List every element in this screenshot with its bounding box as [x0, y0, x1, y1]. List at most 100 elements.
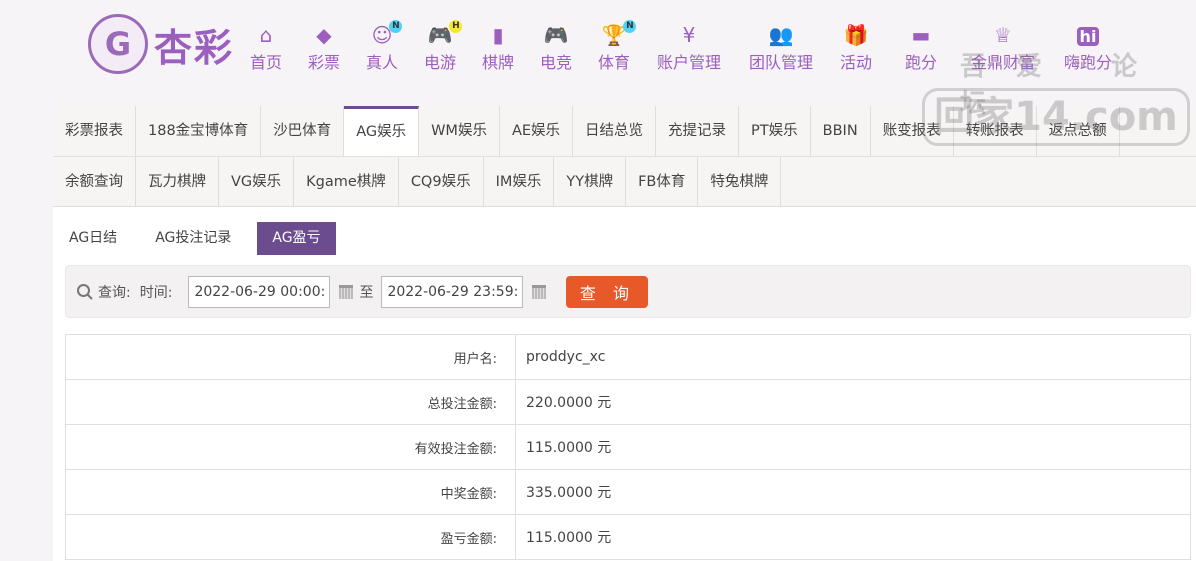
nav-label: 活动 — [839, 53, 873, 72]
sub-tabs: AG日结 AG投注记录 AG盈亏 — [57, 222, 1196, 255]
query-label: 查询: — [98, 284, 131, 301]
nav-item-6[interactable]: 🏆 N 体育 — [597, 20, 637, 73]
nav-item-9[interactable]: 🎁 活动 — [840, 22, 872, 73]
row-value: proddyc_xc — [515, 334, 1191, 380]
to-label: 至 — [359, 284, 374, 301]
query-button[interactable]: 查 询 — [566, 275, 649, 308]
tab-余额查询[interactable]: 余额查询 — [53, 157, 136, 206]
nav-item-2[interactable]: ☺ N 真人 — [365, 20, 403, 73]
tab-PT娱乐[interactable]: PT娱乐 — [739, 106, 811, 156]
nav-item-0[interactable]: ⌂ 首页 — [250, 22, 282, 73]
gamepad-icon: 🎮 H — [428, 20, 463, 48]
table-row: 中奖金额: 335.0000 元 — [65, 469, 1191, 515]
rhino-icon: ▬ — [911, 23, 931, 47]
report-tabs: 彩票报表 188金宝博体育 沙巴体育 AG娱乐 WM娱乐 AE娱乐 日结总览 充提记录 PT娱乐… — [53, 106, 1196, 207]
account-icon: ¥ — [682, 23, 696, 47]
tab-AG娱乐[interactable]: AG娱乐 — [344, 106, 420, 156]
tab-沙巴体育[interactable]: 沙巴体育 — [261, 106, 345, 156]
tab-IM娱乐[interactable]: IM娱乐 — [484, 157, 555, 206]
time-label: 时间: — [139, 284, 173, 301]
tab-FB体育[interactable]: FB体育 — [626, 157, 699, 206]
nav-label: 首页 — [249, 53, 283, 72]
ticket-icon: ◆ — [316, 23, 332, 47]
table-row: 有效投注金额: 115.0000 元 — [65, 424, 1191, 470]
row-label: 盈亏金额: — [65, 514, 516, 560]
calendar-icon[interactable] — [339, 284, 354, 299]
tab-BBIN[interactable]: BBIN — [811, 106, 871, 156]
nav-label: 跑分 — [904, 53, 938, 72]
nav-item-1[interactable]: ◆ 彩票 — [308, 22, 340, 73]
esports-icon: 🎮 — [543, 23, 569, 47]
report-panel: 彩票报表 188金宝博体育 沙巴体育 AG娱乐 WM娱乐 AE娱乐 日结总览 充提记录 PT娱乐… — [53, 106, 1196, 561]
tab-充提记录[interactable]: 充提记录 — [656, 106, 740, 156]
tab-瓦力棋牌[interactable]: 瓦力棋牌 — [136, 157, 219, 206]
nav-item-4[interactable]: ▮ 棋牌 — [482, 22, 514, 73]
row-label: 总投注金额: — [65, 379, 516, 425]
tab-返点总额[interactable]: 返点总额 — [1037, 106, 1120, 156]
tab-188金宝博体育[interactable]: 188金宝博体育 — [136, 106, 262, 156]
nav-item-3[interactable]: 🎮 H 电游 — [423, 20, 463, 73]
logo[interactable]: G 杏彩 — [88, 14, 234, 74]
tab-特兔棋牌[interactable]: 特兔棋牌 — [698, 157, 782, 206]
nav-label: 真人 — [365, 53, 399, 72]
nav-item-12[interactable]: hi 嗨跑分 — [1064, 22, 1112, 73]
trophy-icon: 🏆 N — [602, 20, 637, 48]
logo-text: 杏彩 — [154, 25, 235, 70]
tab-CQ9娱乐[interactable]: CQ9娱乐 — [399, 157, 484, 206]
table-row: 用户名: proddyc_xc — [65, 334, 1191, 380]
nav-label: 电竞 — [539, 53, 573, 72]
tab-转账报表[interactable]: 转账报表 — [954, 106, 1037, 156]
nav-item-10[interactable]: ▬ 跑分 — [905, 22, 937, 73]
tab-日结总览[interactable]: 日结总览 — [573, 106, 657, 156]
tab-彩票报表[interactable]: 彩票报表 — [53, 106, 136, 156]
home-icon: ⌂ — [259, 23, 273, 47]
table-row: 盈亏金额: 115.0000 元 — [65, 514, 1191, 560]
tab-WM娱乐[interactable]: WM娱乐 — [419, 106, 500, 156]
nav-label: 体育 — [597, 53, 631, 72]
subtab-AG日结[interactable]: AG日结 — [57, 222, 129, 255]
row-label: 中奖金额: — [65, 469, 516, 515]
table-row: 总投注金额: 220.0000 元 — [65, 379, 1191, 425]
nav-item-5[interactable]: 🎮 电竞 — [540, 22, 572, 73]
tab-VG娱乐[interactable]: VG娱乐 — [219, 157, 295, 206]
tab-YY棋牌[interactable]: YY棋牌 — [554, 157, 627, 206]
tab-账变报表[interactable]: 账变报表 — [871, 106, 954, 156]
gift-icon: 🎁 — [843, 23, 869, 47]
row-value: 115.0000 元 — [515, 514, 1191, 560]
query-bar: 查询: 时间: 至 查 询 — [65, 265, 1191, 318]
start-time-input[interactable] — [188, 275, 331, 308]
subtab-AG投注记录[interactable]: AG投注记录 — [143, 222, 243, 255]
badge: N — [389, 20, 403, 33]
nav-item-8[interactable]: 👥 团队管理 — [749, 22, 813, 73]
cauldron-icon: ♕ — [994, 23, 1012, 47]
badge: N — [623, 20, 637, 33]
end-time-input[interactable] — [381, 275, 524, 308]
tab-Kgame棋牌[interactable]: Kgame棋牌 — [294, 157, 399, 206]
nav-item-11[interactable]: ♕ 金鼎财富 — [971, 22, 1035, 73]
row-value: 115.0000 元 — [515, 424, 1191, 470]
cards-icon: ▮ — [492, 23, 504, 47]
profit-loss-table: 用户名: proddyc_xc 总投注金额: 220.0000 元有效投注金额: 115… — [65, 334, 1191, 560]
nav-label: 团队管理 — [748, 53, 814, 72]
row-label: 有效投注金额: — [65, 424, 516, 470]
subtab-AG盈亏[interactable]: AG盈亏 — [257, 222, 336, 255]
team-icon: 👥 — [768, 23, 794, 47]
tab-AE娱乐[interactable]: AE娱乐 — [500, 106, 574, 156]
calendar-icon[interactable] — [532, 284, 547, 299]
hi-icon: hi — [1076, 22, 1100, 48]
badge: H — [449, 20, 463, 33]
logo-mark: G — [88, 14, 148, 74]
row-value: 220.0000 元 — [515, 379, 1191, 425]
search-icon — [77, 283, 93, 300]
header: G 杏彩 ⌂ 首页 ◆ 彩票 ☺ N 真人 🎮 H 电游 ▮ 棋牌 🎮 电竞 🏆 N 体育 ¥ 账户管理 👥 团队管理 🎁… — [0, 0, 1196, 100]
row-value: 335.0000 元 — [515, 469, 1191, 515]
nav-label: 金鼎财富 — [970, 53, 1036, 72]
nav-item-7[interactable]: ¥ 账户管理 — [657, 22, 721, 73]
nav-label: 棋牌 — [481, 53, 515, 72]
nav-label: 电游 — [423, 53, 457, 72]
nav-label: 嗨跑分 — [1063, 53, 1113, 72]
nav-label: 彩票 — [307, 53, 341, 72]
live-dealer-icon: ☺ N — [372, 20, 403, 48]
nav-label: 账户管理 — [656, 53, 722, 72]
row-label: 用户名: — [65, 334, 516, 380]
